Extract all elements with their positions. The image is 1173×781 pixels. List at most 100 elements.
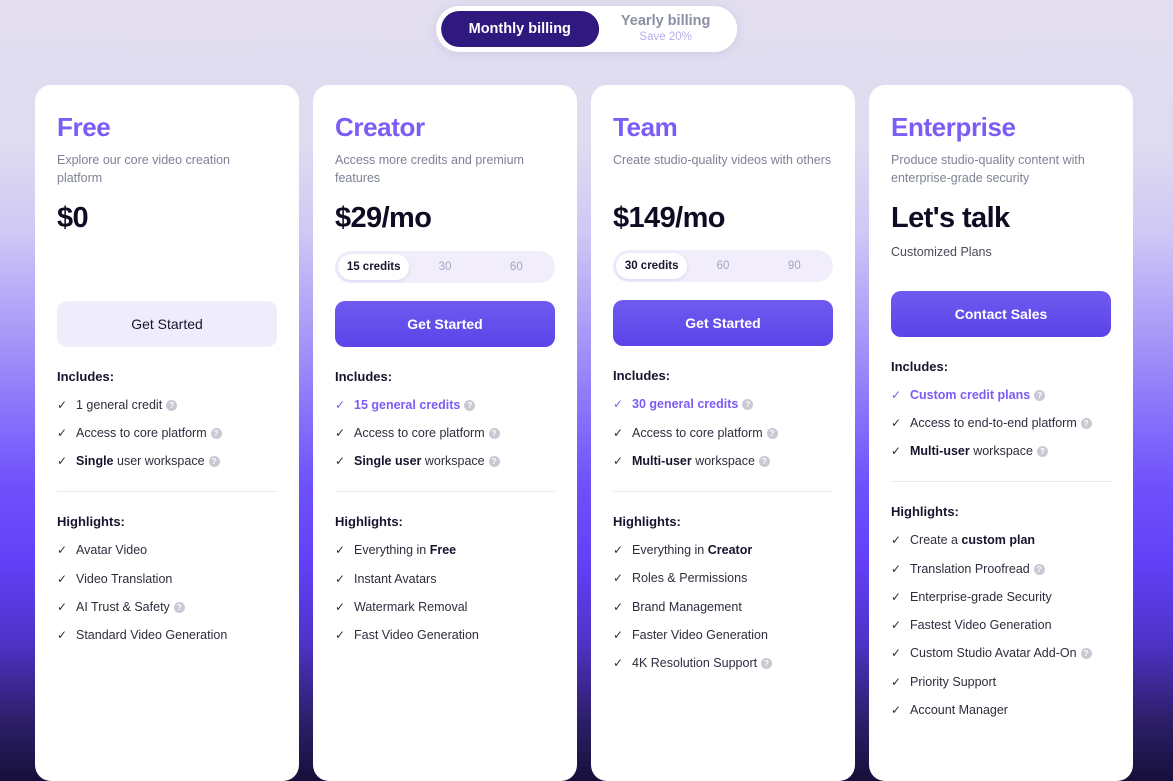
info-icon[interactable]: ? [488,456,500,468]
highlights-item: ✓ Account Manager [891,702,1111,718]
highlights-label: Fastest Video Generation [910,618,1052,633]
check-icon: ✓ [613,397,624,412]
cta-button-team[interactable]: Get Started [613,300,833,347]
plan-price: $149/mo [613,201,725,234]
plan-name: Creator [335,112,425,142]
check-icon: ✓ [335,543,346,558]
credit-selector-creator[interactable]: 15 credits 30 60 [335,250,555,283]
check-icon: ✓ [891,646,902,661]
highlights-item: ✓ Translation Proofread? [891,561,1111,577]
info-icon[interactable]: ? [464,399,476,411]
credit-option[interactable]: 90 [759,253,830,279]
highlights-item: ✓ Everything in Creator [613,542,833,558]
info-icon[interactable]: ? [488,427,500,439]
plan-description: Access more credits and premium features [335,152,524,185]
check-icon: ✓ [613,599,624,614]
info-icon[interactable]: ? [210,427,222,439]
highlights-title: Highlights: [891,504,959,520]
check-icon: ✓ [57,543,68,558]
highlights-item: ✓ AI Trust & Safety? [57,599,277,615]
pricing-card-free: Free Explore our core video creation plat… [35,85,299,781]
check-icon: ✓ [57,599,68,614]
cta-button-free[interactable]: Get Started [57,300,277,347]
credit-option[interactable]: 30 [409,254,480,280]
check-icon: ✓ [335,397,346,412]
check-icon: ✓ [57,628,68,643]
info-icon[interactable]: ? [758,455,770,467]
billing-toggle[interactable]: Monthly billing Yearly billing Save 20% [435,6,738,52]
info-icon[interactable]: ? [208,456,220,468]
highlights-title: Highlights: [613,514,681,530]
info-icon[interactable]: ? [1080,648,1092,660]
billing-toggle-yearly-label: Yearly billing [620,13,711,30]
pricing-card-team: Team Create studio-quality videos with ot… [591,85,855,781]
includes-label: Custom credit plans? [910,387,1046,403]
billing-toggle-monthly[interactable]: Monthly billing [440,11,599,47]
credit-selector-team[interactable]: 30 credits 60 90 [613,250,833,283]
plan-price: Let's talk [891,201,1010,234]
highlights-item: ✓ Custom Studio Avatar Add-On? [891,645,1111,661]
check-icon: ✓ [891,415,902,430]
highlights-label: Custom Studio Avatar Add-On? [910,645,1092,661]
pricing-card-enterprise: Enterprise Produce studio-quality content… [869,85,1133,781]
info-icon[interactable]: ? [1080,417,1092,429]
pricing-card-creator: Creator Access more credits and premium f… [313,85,577,781]
section-divider [891,481,1111,483]
includes-item: ✓ Access to core platform? [613,425,833,441]
highlights-label: Watermark Removal [354,599,468,614]
highlights-item: ✓ Fastest Video Generation [891,617,1111,633]
info-icon[interactable]: ? [166,399,178,411]
includes-item: ✓ Multi-user workspace? [613,453,833,469]
check-icon: ✓ [891,618,902,633]
highlights-label: Priority Support [910,674,997,689]
includes-title: Includes: [891,358,949,374]
check-icon: ✓ [613,543,624,558]
highlights-label: Account Manager [910,702,1008,717]
info-icon[interactable]: ? [766,427,778,439]
highlights-label: Avatar Video [76,543,148,558]
highlights-label: 4K Resolution Support? [632,655,773,671]
highlights-label: Enterprise-grade Security [910,589,1052,604]
highlights-label: Instant Avatars [354,571,437,586]
includes-label: Access to core platform? [76,425,222,441]
includes-label: Single user workspace? [354,453,500,469]
credit-option[interactable]: 15 credits [338,253,410,280]
check-icon: ✓ [613,656,624,671]
credit-option[interactable]: 60 [687,253,758,279]
includes-label: 30 general credits? [632,396,754,412]
check-icon: ✓ [335,628,346,643]
highlights-label: Fast Video Generation [354,628,479,643]
highlights-label: Translation Proofread? [910,561,1045,577]
info-icon[interactable]: ? [742,399,754,411]
includes-label: Multi-user workspace? [910,443,1048,459]
highlights-label: Roles & Permissions [632,571,748,586]
check-icon: ✓ [891,533,902,548]
credit-option[interactable]: 30 credits [616,253,688,280]
info-icon[interactable]: ? [1033,563,1045,575]
plan-description: Explore our core video creation platform [57,152,231,185]
info-icon[interactable]: ? [1034,389,1046,401]
billing-toggle-yearly-sublabel: Save 20% [639,30,692,43]
info-icon[interactable]: ? [761,658,773,670]
cta-button-creator[interactable]: Get Started [335,300,555,347]
highlights-label: Standard Video Generation [76,628,228,643]
includes-item: ✓ 1 general credit? [57,397,277,413]
billing-toggle-yearly[interactable]: Yearly billing Save 20% [599,11,732,47]
highlights-label: Faster Video Generation [632,627,768,642]
credit-option[interactable]: 60 [481,254,552,280]
highlights-item: ✓ Priority Support [891,674,1111,690]
check-icon: ✓ [613,453,624,468]
info-icon[interactable]: ? [1036,446,1048,458]
check-icon: ✓ [891,674,902,689]
highlights-title: Highlights: [335,514,403,530]
includes-item: ✓ Custom credit plans? [891,387,1111,403]
highlights-item: ✓ 4K Resolution Support? [613,655,833,671]
info-icon[interactable]: ? [173,601,185,613]
check-icon: ✓ [891,589,902,604]
plan-price: $0 [57,201,89,234]
plan-price-sublabel: Customized Plans [891,244,992,259]
highlights-label: Everything in Free [354,543,457,558]
includes-item: ✓ Access to end-to-end platform? [891,415,1111,431]
includes-item: ✓ Single user workspace? [57,453,277,469]
cta-button-enterprise[interactable]: Contact Sales [891,290,1111,337]
